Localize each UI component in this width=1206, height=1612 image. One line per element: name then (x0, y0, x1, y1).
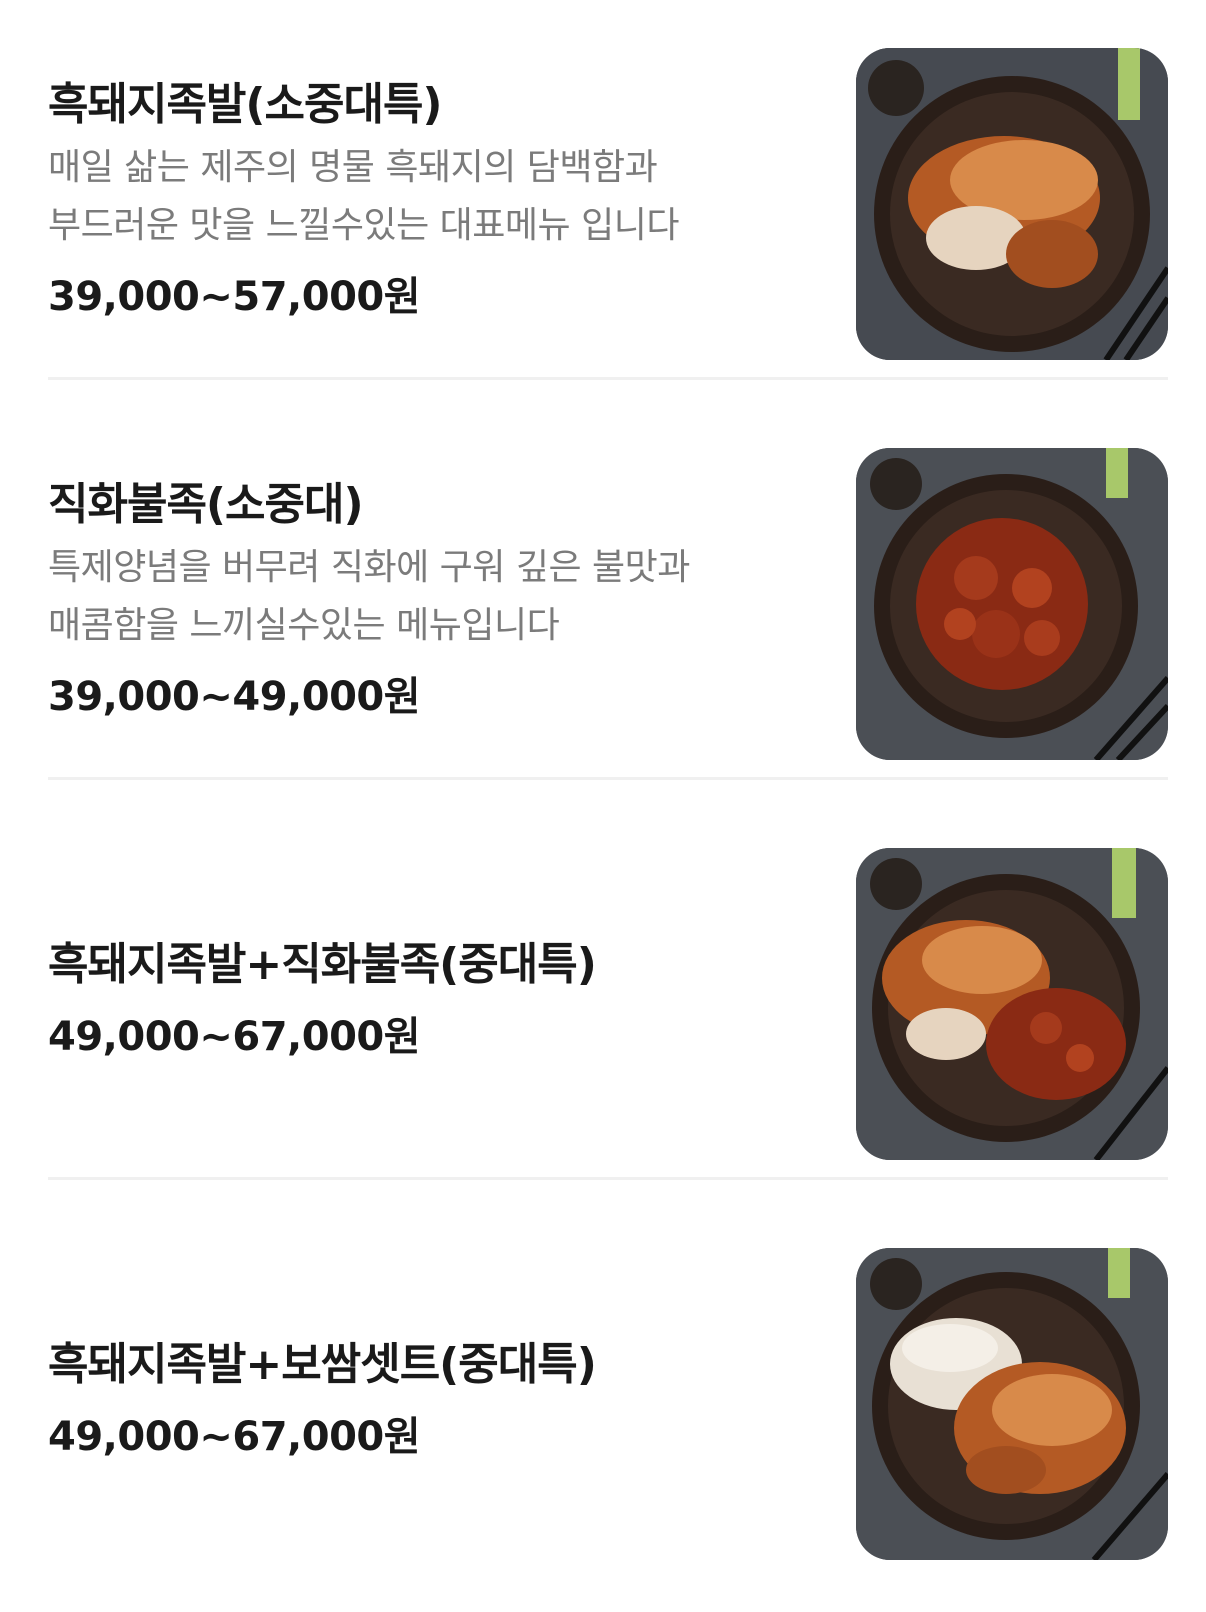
combo-jokbal-plate-icon (856, 848, 1168, 1160)
menu-item-name: 직화불족(소중대) (48, 479, 364, 530)
menu-item-name: 흑돼지족발(소중대특) (48, 79, 443, 130)
jokbal-plate-icon (856, 48, 1168, 360)
menu-item-jokbal[interactable]: 흑돼지족발(소중대특) 매일 삶는 제주의 명물 흑돼지의 담백함과 부드러운 … (48, 20, 1168, 380)
menu-item-price: 49,000~67,000원 (48, 1414, 421, 1460)
menu-item-price: 39,000~57,000원 (48, 274, 421, 320)
menu-list: 흑돼지족발(소중대특) 매일 삶는 제주의 명물 흑돼지의 담백함과 부드러운 … (0, 0, 1206, 1612)
menu-item-description: 특제양념을 버무려 직화에 구워 깊은 불맛과 매콤함을 느끼실수있는 메뉴입니… (48, 539, 808, 655)
menu-item-text: 흑돼지족발(소중대특) 매일 삶는 제주의 명물 흑돼지의 담백함과 부드러운 … (48, 20, 808, 380)
menu-item-name: 흑돼지족발+보쌈셋트(중대특) (48, 1339, 597, 1390)
menu-item-description: 매일 삶는 제주의 명물 흑돼지의 담백함과 부드러운 맛을 느낄수있는 대표메… (48, 139, 808, 255)
menu-item-spicy-jokbal[interactable]: 직화불족(소중대) 특제양념을 버무려 직화에 구워 깊은 불맛과 매콤함을 느… (48, 420, 1168, 780)
menu-item-text: 흑돼지족발+직화불족(중대특) 49,000~67,000원 (48, 820, 808, 1180)
menu-item-text: 흑돼지족발+보쌈셋트(중대특) 49,000~67,000원 (48, 1220, 808, 1580)
menu-item-description-line: 매일 삶는 제주의 명물 흑돼지의 담백함과 (48, 147, 658, 188)
spicy-jokbal-plate-icon (856, 448, 1168, 760)
menu-item-jokbal-bossam-set[interactable]: 흑돼지족발+보쌈셋트(중대특) 49,000~67,000원 (48, 1220, 1168, 1580)
menu-item-name: 흑돼지족발+직화불족(중대특) (48, 939, 597, 990)
menu-item-description-line: 특제양념을 버무려 직화에 구워 깊은 불맛과 (48, 547, 690, 588)
menu-item-jokbal-spicy-combo[interactable]: 흑돼지족발+직화불족(중대특) 49,000~67,000원 (48, 820, 1168, 1180)
menu-item-description-line: 매콤함을 느끼실수있는 메뉴입니다 (48, 605, 560, 646)
menu-item-price: 39,000~49,000원 (48, 674, 421, 720)
menu-item-description-line: 부드러운 맛을 느낄수있는 대표메뉴 입니다 (48, 205, 679, 246)
menu-item-text: 직화불족(소중대) 특제양념을 버무려 직화에 구워 깊은 불맛과 매콤함을 느… (48, 420, 808, 780)
bossam-jokbal-plate-icon (856, 1248, 1168, 1560)
menu-item-price: 49,000~67,000원 (48, 1014, 421, 1060)
